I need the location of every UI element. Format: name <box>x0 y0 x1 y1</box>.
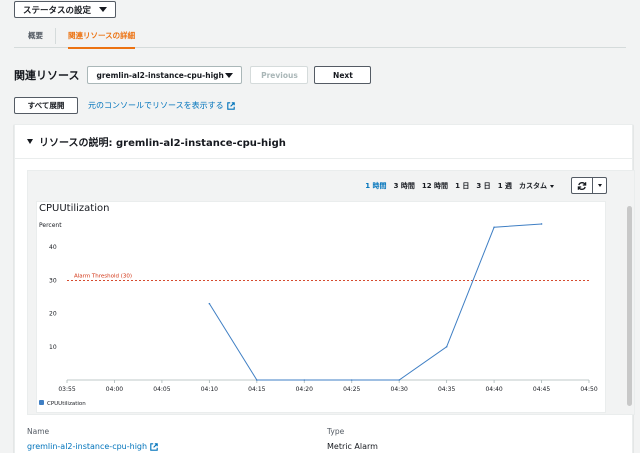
related-resource-row: 関連リソース gremlin-al2-instance-cpu-high Pre… <box>14 66 372 84</box>
y-axis-label: Percent <box>39 222 62 229</box>
caret-down-icon <box>597 184 602 187</box>
data-point <box>445 346 448 348</box>
time-range-1w[interactable]: 1 週 <box>498 181 512 191</box>
data-point <box>256 379 258 381</box>
view-in-console-label: 元のコンソールでリソースを表示する <box>88 101 224 110</box>
x-tick-label: 04:20 <box>296 386 313 393</box>
related-resource-label: 関連リソース <box>14 69 80 82</box>
time-range-12h[interactable]: 12 時間 <box>422 181 448 191</box>
detail-type-value: Metric Alarm <box>327 442 378 451</box>
tab-bar: 概要 関連リソースの詳細 <box>14 24 626 49</box>
data-point <box>303 379 306 381</box>
chart-scrollbar[interactable] <box>627 206 632 406</box>
data-point <box>540 223 543 225</box>
series-line-cpuutilization <box>208 223 542 381</box>
resource-name-value: gremlin-al2-instance-cpu-high <box>27 442 148 451</box>
external-link-icon <box>150 442 158 451</box>
refresh-icon <box>577 181 587 190</box>
legend-swatch <box>39 400 44 405</box>
time-range-1d[interactable]: 1 日 <box>455 181 469 191</box>
expand-row: すべて展開 元のコンソールでリソースを表示する <box>14 97 235 114</box>
legend-label: CPUUtilization <box>47 401 86 407</box>
cpu-utilization-chart: CPUUtilization Percent 10 20 30 40 03:55 04:00 0… <box>36 201 606 413</box>
alarm-threshold-label: Alarm Threshold (30) <box>74 273 132 279</box>
detail-name-label: Name <box>27 427 50 436</box>
x-tick-label: 04:25 <box>343 386 360 393</box>
metric-chart-container: 1 時間 3 時間 12 時間 1 日 3 日 1 週 カスタム CPUUtil… <box>27 170 635 415</box>
tab-overview[interactable]: 概要 <box>14 24 55 48</box>
refresh-options-button[interactable] <box>593 177 607 194</box>
previous-button[interactable]: Previous <box>250 66 309 84</box>
panel-title: リソースの説明: gremlin-al2-instance-cpu-high <box>39 138 286 149</box>
time-range-custom[interactable]: カスタム <box>519 181 554 191</box>
x-tick-label: 04:05 <box>153 386 170 393</box>
detail-name: Name gremlin-al2-instance-cpu-high <box>27 427 327 451</box>
y-tick-label: 20 <box>49 311 57 318</box>
x-tick-label: 04:15 <box>248 386 265 393</box>
x-tick-label: 04:30 <box>391 386 408 393</box>
time-range-3h[interactable]: 3 時間 <box>394 181 415 191</box>
y-tick-label: 10 <box>49 344 57 351</box>
x-tick-label: 04:00 <box>106 386 123 393</box>
resource-name-link[interactable]: gremlin-al2-instance-cpu-high <box>27 442 327 451</box>
resource-select-value: gremlin-al2-instance-cpu-high <box>96 70 224 80</box>
refresh-group <box>571 177 607 194</box>
time-range-custom-label: カスタム <box>519 182 547 190</box>
x-tick-label: 04:40 <box>485 386 502 393</box>
external-link-icon <box>226 101 235 110</box>
expand-all-button[interactable]: すべて展開 <box>14 97 78 114</box>
caret-down-icon <box>550 184 554 188</box>
data-point <box>398 379 400 381</box>
x-tick-label: 04:45 <box>533 386 550 393</box>
x-tick-label: 04:50 <box>580 386 597 393</box>
status-settings-label: ステータスの設定 <box>23 5 92 16</box>
data-point <box>350 379 353 381</box>
chart-title: CPUUtilization <box>39 203 109 214</box>
status-settings-button[interactable]: ステータスの設定 <box>14 1 117 18</box>
caret-down-icon <box>99 7 108 12</box>
data-point <box>493 226 495 229</box>
detail-type: Type Metric Alarm <box>327 427 627 451</box>
detail-type-label: Type <box>327 427 345 436</box>
time-range-1h[interactable]: 1 時間 <box>365 181 386 191</box>
collapse-icon <box>27 139 33 144</box>
time-range-selector: 1 時間 3 時間 12 時間 1 日 3 日 1 週 カスタム <box>365 181 554 191</box>
time-range-3d[interactable]: 3 日 <box>476 181 490 191</box>
x-tick-label: 04:10 <box>201 386 218 393</box>
y-tick-label: 40 <box>49 244 57 251</box>
next-button[interactable]: Next <box>314 66 372 84</box>
view-in-console-link[interactable]: 元のコンソールでリソースを表示する <box>88 100 235 111</box>
tab-related-resource-details[interactable]: 関連リソースの詳細 <box>56 24 147 49</box>
y-tick-label: 30 <box>49 277 57 284</box>
x-tick-label: 03:55 <box>58 386 75 393</box>
x-tick-label: 04:35 <box>438 386 455 393</box>
data-point <box>208 302 211 305</box>
panel-header[interactable]: リソースの説明: gremlin-al2-instance-cpu-high <box>15 125 632 159</box>
resource-details: Name gremlin-al2-instance-cpu-high Type … <box>27 427 627 451</box>
chart-svg: CPUUtilization Percent 10 20 30 40 03:55 04:00 0… <box>39 203 598 407</box>
resource-description-panel: リソースの説明: gremlin-al2-instance-cpu-high 1… <box>14 124 635 453</box>
caret-down-icon <box>225 72 234 78</box>
refresh-button[interactable] <box>571 177 593 194</box>
resource-select[interactable]: gremlin-al2-instance-cpu-high <box>87 66 243 84</box>
